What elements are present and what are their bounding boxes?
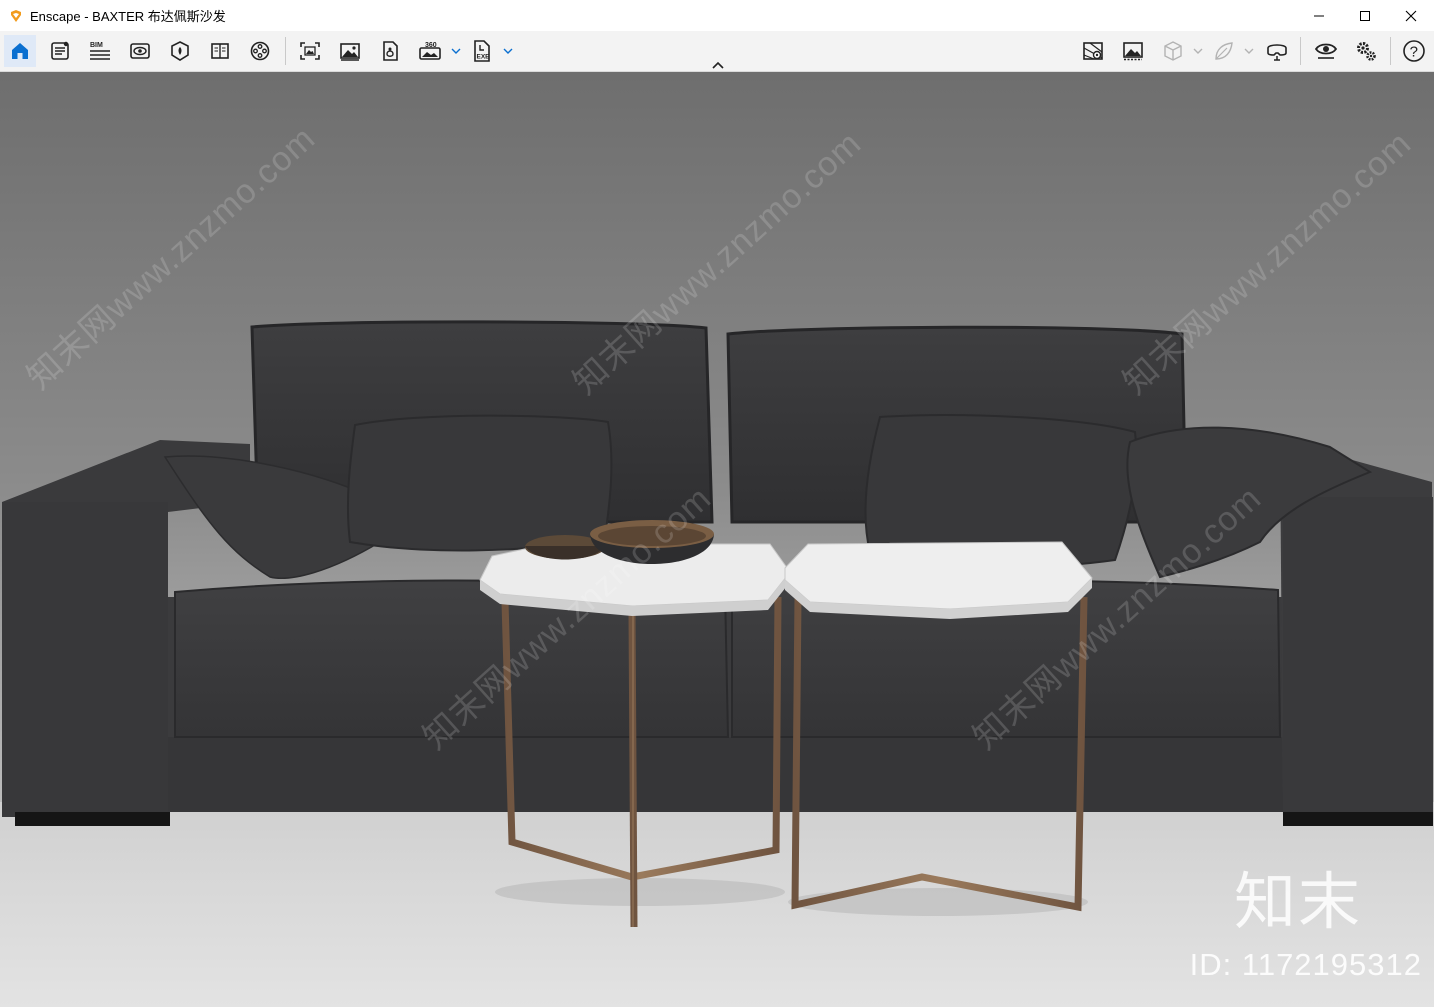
toolbar-divider — [285, 37, 286, 65]
close-button[interactable] — [1388, 0, 1434, 31]
render-viewport[interactable]: 知末网www.znzmo.com 知末网www.znzmo.com 知末网www… — [0, 72, 1434, 1007]
cube-dropdown[interactable] — [1192, 42, 1204, 60]
brand-watermark: 知末 — [1233, 868, 1362, 937]
document-list-button[interactable] — [44, 35, 76, 67]
render-settings-button[interactable] — [1117, 35, 1149, 67]
view-eye-icon — [130, 43, 150, 59]
settings-button[interactable] — [1350, 35, 1382, 67]
chevron-down-icon — [451, 48, 461, 54]
window-title: Enscape - BAXTER 布达佩斯沙发 — [30, 9, 226, 24]
maximize-icon — [1360, 10, 1370, 21]
exe-export-icon: EXE — [474, 40, 491, 62]
map-view-icon — [1083, 42, 1103, 60]
panorama-dropdown[interactable] — [450, 42, 462, 60]
home-button[interactable] — [4, 35, 36, 67]
home-icon — [12, 43, 28, 59]
panorama-360-icon: 360 — [419, 42, 441, 60]
leaf-icon — [1215, 42, 1233, 60]
visual-settings-button[interactable] — [1310, 35, 1342, 67]
visual-settings-icon — [1314, 43, 1338, 59]
cube-view-button[interactable] — [1157, 35, 1189, 67]
close-icon — [1405, 10, 1417, 21]
vegetation-button[interactable] — [1208, 35, 1240, 67]
exe-export-button[interactable]: EXE — [466, 35, 498, 67]
settings-gears-icon — [1357, 42, 1376, 61]
minimize-icon — [1314, 15, 1324, 16]
panorama-icon — [383, 41, 398, 61]
bim-label: BIM — [90, 42, 103, 49]
cube-icon — [1164, 41, 1182, 61]
chevron-up-icon — [712, 61, 724, 69]
video-reel-icon — [250, 41, 270, 61]
exe-label: EXE — [477, 54, 491, 61]
book-button[interactable] — [204, 35, 236, 67]
asset-library-button[interactable] — [164, 35, 196, 67]
image-icon — [340, 43, 360, 61]
vr-headset-icon — [1267, 44, 1287, 61]
bim-icon: BIM — [90, 42, 110, 60]
vegetation-dropdown[interactable] — [1243, 42, 1255, 60]
sofa-scene-render — [0, 72, 1434, 1007]
help-label: ? — [1410, 44, 1418, 61]
panorama-360-button[interactable]: 360 — [414, 35, 446, 67]
chevron-down-icon — [1244, 48, 1254, 54]
help-icon: ? — [1403, 40, 1425, 62]
panorama-button[interactable] — [374, 35, 406, 67]
collapse-toolbar-button[interactable] — [708, 58, 728, 72]
toolbar-divider — [1390, 37, 1391, 65]
minimize-button[interactable] — [1296, 0, 1342, 31]
video-editor-button[interactable] — [244, 35, 276, 67]
enscape-logo-icon — [11, 9, 21, 22]
render-image-icon — [1123, 42, 1143, 61]
asset-library-icon — [171, 41, 189, 61]
book-icon — [211, 43, 229, 59]
help-button[interactable]: ? — [1398, 35, 1430, 67]
vr-button[interactable] — [1261, 35, 1293, 67]
screenshot-icon — [300, 42, 320, 60]
asset-id-label: ID: 1172195312 — [1189, 947, 1422, 982]
render-image-button[interactable] — [334, 35, 366, 67]
chevron-down-icon — [503, 48, 513, 54]
map-view-button[interactable] — [1077, 35, 1109, 67]
export-dropdown[interactable] — [502, 42, 514, 60]
title-bar: Enscape - BAXTER 布达佩斯沙发 — [0, 0, 1434, 31]
view-button[interactable] — [124, 35, 156, 67]
chevron-down-icon — [1193, 48, 1203, 54]
document-list-icon — [51, 41, 69, 60]
window-controls — [1296, 0, 1434, 31]
maximize-button[interactable] — [1342, 0, 1388, 31]
screenshot-button[interactable] — [294, 35, 326, 67]
bim-button[interactable]: BIM — [84, 35, 116, 67]
toolbar-divider — [1300, 37, 1301, 65]
